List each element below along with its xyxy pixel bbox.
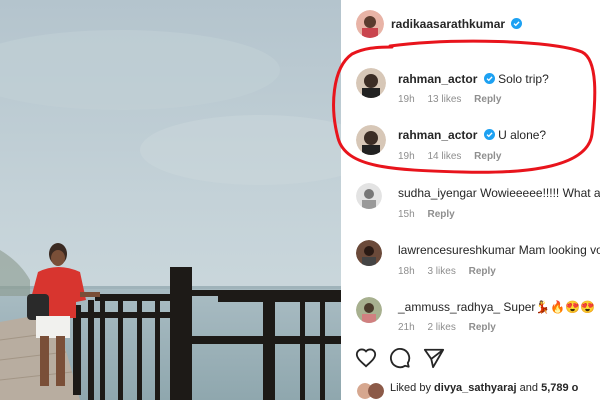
share-icon[interactable]: [423, 347, 445, 374]
comment-username[interactable]: rahman_actor: [398, 128, 477, 142]
commenter-avatar[interactable]: [356, 183, 382, 209]
comment-likes[interactable]: 13 likes: [427, 94, 461, 105]
comment-text: Mam looking vo: [518, 243, 600, 257]
comment-3: sudha_iyengar Wowieeeee!!!!! What ar: [398, 186, 600, 200]
comment-text: Wowieeeee!!!!! What ar: [480, 186, 600, 200]
verified-badge-icon: [483, 73, 495, 84]
reply-button[interactable]: Reply: [469, 266, 496, 277]
commenter-avatar[interactable]: [356, 125, 386, 155]
liked-by-user[interactable]: divya_sathyaraj: [434, 382, 517, 394]
comment-text: U alone?: [498, 128, 547, 142]
reply-button[interactable]: Reply: [474, 151, 501, 162]
post-photo: [0, 0, 341, 400]
comment-time: 19h: [398, 94, 415, 105]
comment-1: rahman_actor Solo trip?: [398, 72, 549, 86]
post-author[interactable]: radikaasarathkumar: [391, 17, 505, 31]
comment-username[interactable]: lawrencesureshkumar: [398, 243, 515, 257]
comment-time: 19h: [398, 151, 415, 162]
comment-time: 18h: [398, 266, 415, 277]
comment-text: Super💃🔥😍😍: [503, 300, 596, 314]
comment-likes[interactable]: 14 likes: [427, 151, 461, 162]
comment-text: Solo trip?: [498, 72, 549, 86]
comment-4: lawrencesureshkumar Mam looking vo: [398, 243, 600, 257]
commenter-avatar[interactable]: [356, 297, 382, 323]
verified-badge-icon: [483, 129, 495, 140]
comment-likes[interactable]: 2 likes: [427, 322, 455, 333]
liker-avatar: [368, 383, 384, 399]
comment-5: _ammuss_radhya_ Super💃🔥😍😍: [398, 300, 595, 314]
reply-button[interactable]: Reply: [474, 94, 501, 105]
heart-icon[interactable]: [355, 347, 377, 374]
comment-likes[interactable]: 3 likes: [427, 266, 455, 277]
likes-count[interactable]: 5,789 o: [541, 382, 578, 394]
reply-button[interactable]: Reply: [427, 209, 454, 220]
commenter-avatar[interactable]: [356, 240, 382, 266]
comment-time: 21h: [398, 322, 415, 333]
comment-time: 15h: [398, 209, 415, 220]
reply-button[interactable]: Reply: [469, 322, 496, 333]
commenter-avatar[interactable]: [356, 68, 386, 98]
comment-username[interactable]: sudha_iyengar: [398, 186, 477, 200]
verified-badge-icon: [511, 18, 523, 29]
author-avatar[interactable]: [356, 10, 384, 38]
comment-username[interactable]: rahman_actor: [398, 72, 477, 86]
liked-by: Liked by divya_sathyaraj and 5,789 o: [390, 382, 579, 394]
comments-panel: radikaasarathkumar rahman_actor Solo tri…: [343, 0, 600, 400]
comment-2: rahman_actor U alone?: [398, 128, 546, 142]
comment-icon[interactable]: [389, 347, 411, 374]
comment-username[interactable]: _ammuss_radhya_: [398, 300, 500, 314]
